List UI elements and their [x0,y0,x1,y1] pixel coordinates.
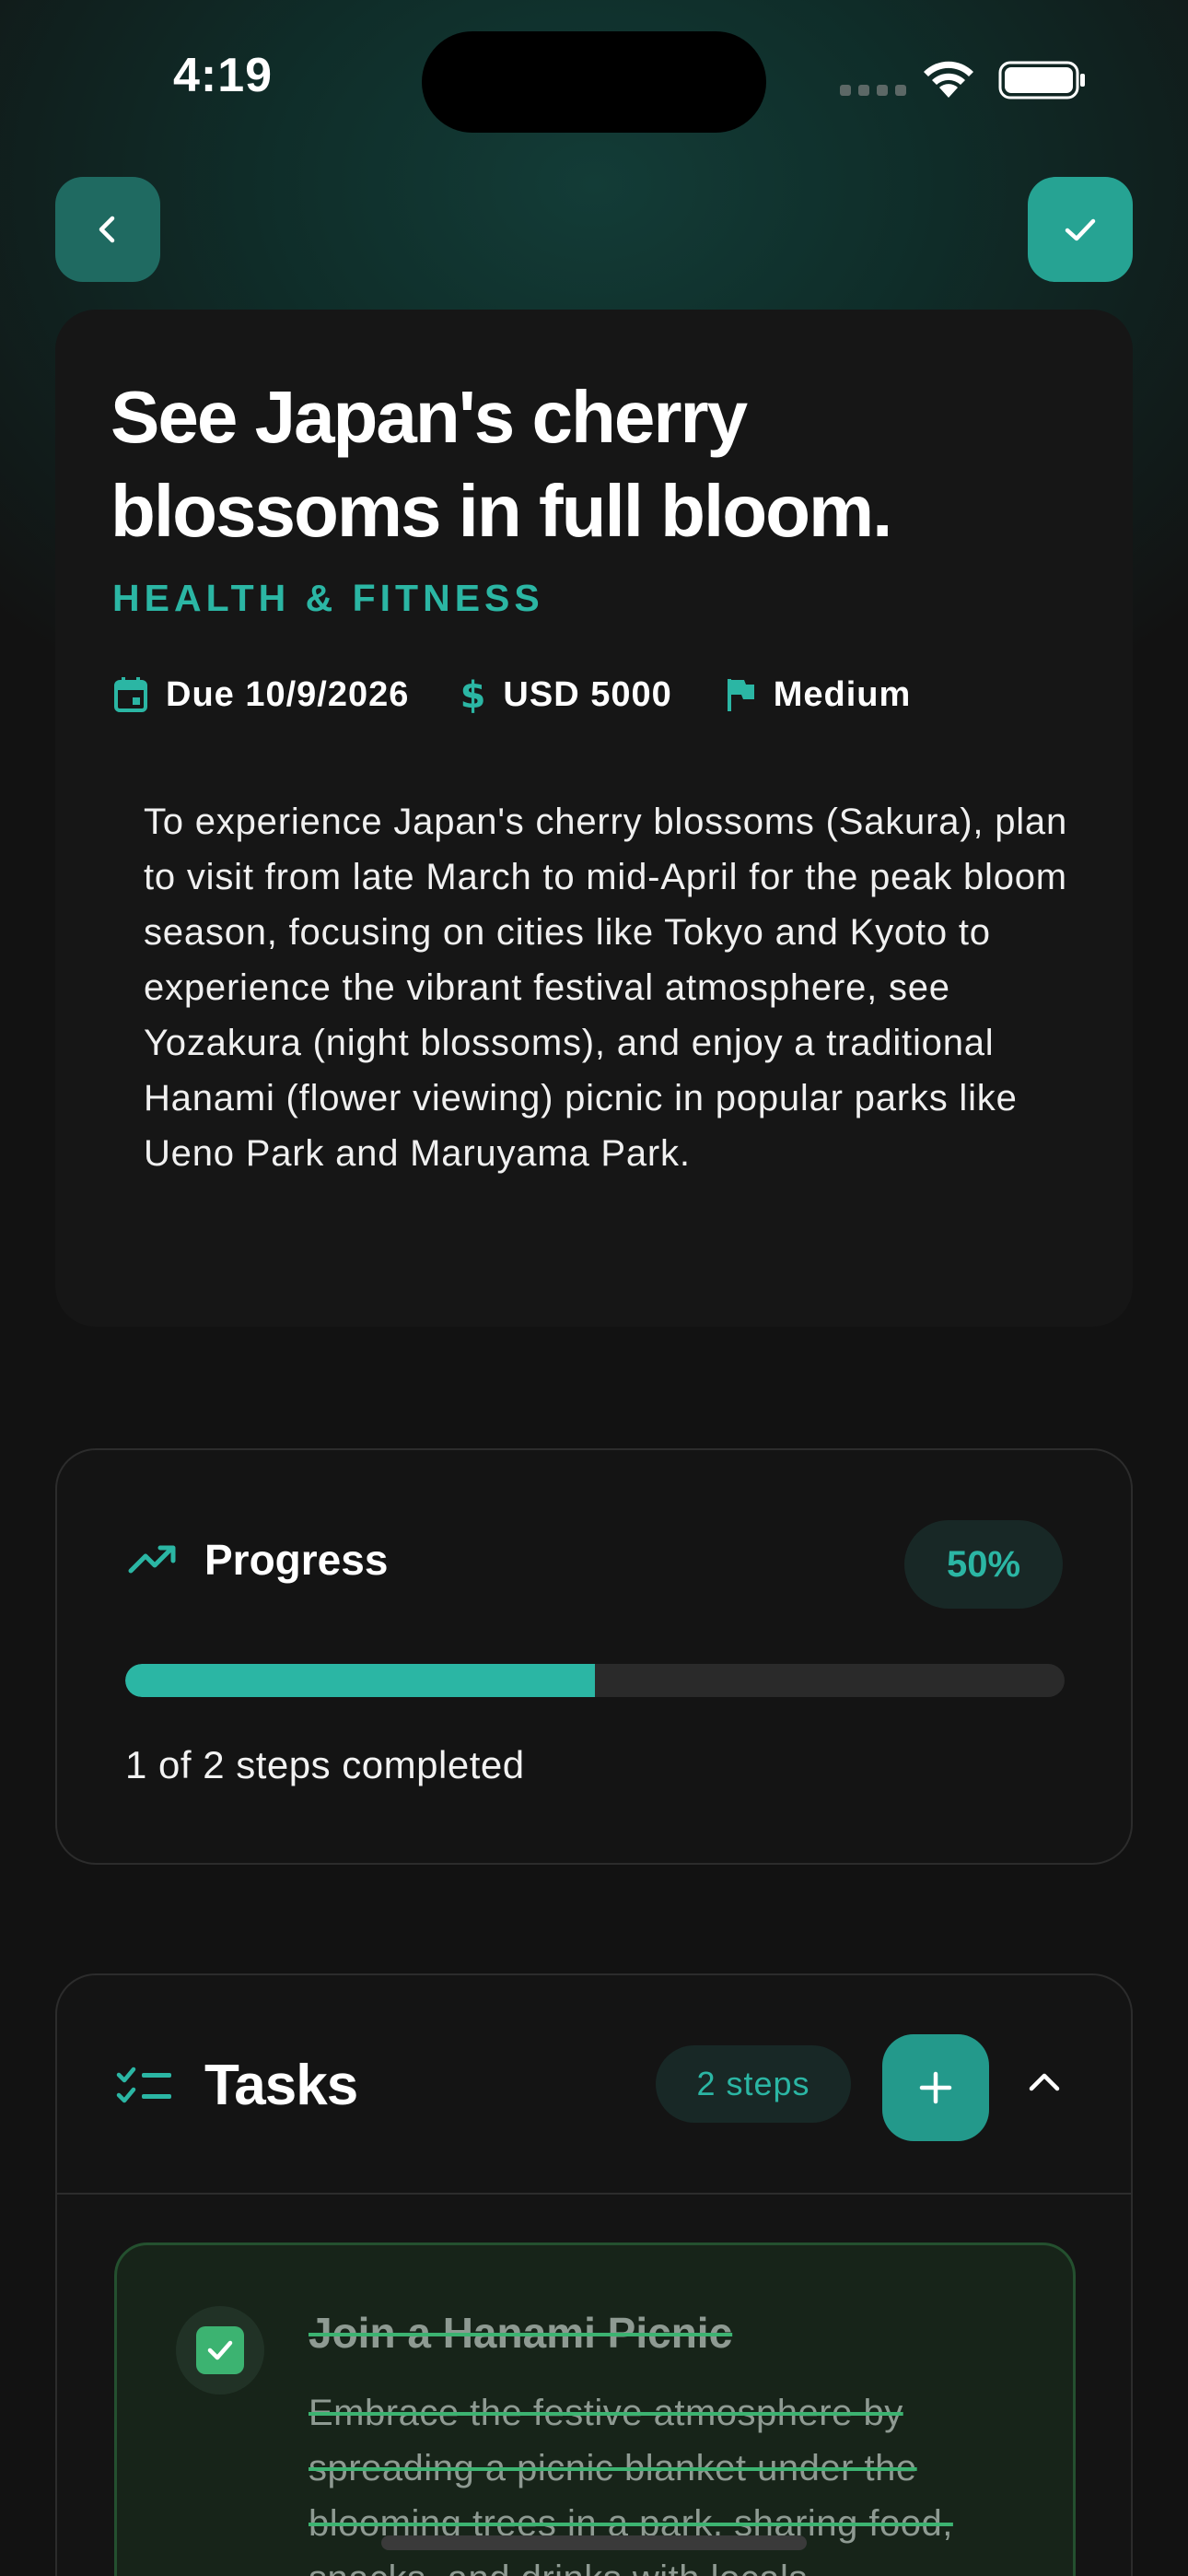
steps-count-badge: 2 steps [656,2045,851,2123]
budget-meta: $ USD 5000 [460,674,671,715]
goal-detail-screen: 4:19 See Japan's cherry blossoms in full… [0,0,1188,2576]
task-item[interactable]: Join a Hanami Picnic Embrace the festive… [114,2242,1076,2576]
tasks-card: Tasks 2 steps Join a Hanami Picnic Embra… [55,1973,1133,2576]
add-task-button[interactable] [882,2034,989,2141]
priority-text: Medium [773,674,912,714]
goal-title: See Japan's cherry blossoms in full bloo… [111,376,892,552]
back-button[interactable] [55,177,160,282]
svg-text:$: $ [460,674,486,715]
status-time: 4:19 [173,49,274,102]
battery-icon [998,61,1085,100]
progress-bar [125,1664,1065,1697]
confirm-button[interactable] [1028,177,1133,282]
progress-percent-badge: 50% [904,1520,1063,1609]
cellular-signal-icon [840,85,906,96]
dynamic-island [422,31,766,133]
due-date-meta: Due 10/9/2026 [112,675,409,715]
progress-bar-fill [125,1664,595,1697]
wifi-icon [924,61,973,98]
priority-meta: Medium [724,675,912,715]
goal-card: See Japan's cherry blossoms in full bloo… [55,310,1133,1327]
flag-icon [727,679,754,711]
chevron-up-icon[interactable] [1024,2062,1065,2102]
progress-card: Progress 50% 1 of 2 steps completed [55,1448,1133,1865]
tasks-title: Tasks [204,2054,358,2117]
budget-text: USD 5000 [503,674,672,714]
checklist-icon [116,2067,171,2102]
goal-category: HEALTH & FITNESS [112,577,544,619]
tasks-header: Tasks [116,2053,358,2118]
due-date-text: Due 10/9/2026 [166,674,410,714]
task-checkbox[interactable] [176,2306,264,2395]
trending-up-icon [128,1545,176,1574]
progress-steps-text: 1 of 2 steps completed [125,1743,525,1786]
checkbox-checked-icon [196,2326,244,2374]
plus-icon [919,2071,952,2104]
check-icon [1065,218,1096,241]
progress-header: Progress [127,1535,388,1585]
progress-title: Progress [204,1536,389,1584]
chevron-left-icon [99,216,115,243]
home-indicator [381,2535,807,2550]
dollar-icon: $ [460,674,486,715]
goal-description: To experience Japan's cherry blossoms (S… [144,802,1068,1174]
task-title: Join a Hanami Picnic [309,2309,733,2357]
goal-meta-row: Due 10/9/2026 $ USD 5000 Medium [112,674,962,715]
tasks-divider [57,2193,1131,2195]
calendar-icon [114,677,147,712]
